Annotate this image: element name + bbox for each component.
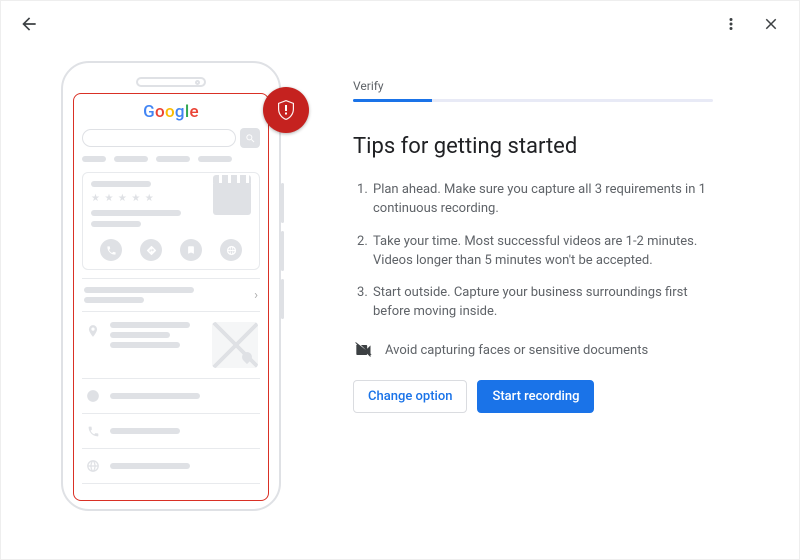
chevron-right-icon: › xyxy=(254,288,258,303)
phone-icon xyxy=(84,422,102,440)
tip-item: Start outside. Capture your business sur… xyxy=(371,284,713,322)
privacy-warning: Avoid capturing faces or sensitive docum… xyxy=(353,340,713,360)
change-option-button[interactable]: Change option xyxy=(353,380,467,413)
tips-list: Plan ahead. Make sure you capture all 3 … xyxy=(353,181,713,322)
shield-alert-badge xyxy=(263,87,309,133)
more-options-button[interactable] xyxy=(713,6,749,42)
directions-icon xyxy=(140,239,162,261)
privacy-warning-text: Avoid capturing faces or sensitive docum… xyxy=(385,343,648,358)
globe-icon xyxy=(84,457,102,475)
search-bar-placeholder xyxy=(82,129,236,147)
website-icon xyxy=(220,239,242,261)
call-icon xyxy=(100,239,122,261)
page-title: Tips for getting started xyxy=(353,134,713,159)
phone-illustration: Google xyxy=(61,61,297,511)
progress-bar xyxy=(353,99,713,102)
arrow-left-icon xyxy=(19,14,39,34)
start-recording-button[interactable]: Start recording xyxy=(477,380,594,413)
shield-alert-icon xyxy=(274,98,298,122)
clock-icon xyxy=(84,387,102,405)
step-label: Verify xyxy=(353,79,713,93)
close-button[interactable] xyxy=(753,6,789,42)
back-button[interactable] xyxy=(11,6,47,42)
tip-item: Plan ahead. Make sure you capture all 3 … xyxy=(371,181,713,219)
save-icon xyxy=(180,239,202,261)
progress-fill xyxy=(353,99,432,102)
more-vert-icon xyxy=(722,15,740,33)
google-logo: Google xyxy=(82,102,260,122)
tip-item: Take your time. Most successful videos a… xyxy=(371,233,713,271)
no-video-icon xyxy=(353,340,373,360)
map-thumbnail xyxy=(212,322,258,368)
storefront-icon xyxy=(213,181,251,215)
location-pin-icon xyxy=(84,322,102,340)
search-icon xyxy=(240,128,260,148)
close-icon xyxy=(762,15,780,33)
